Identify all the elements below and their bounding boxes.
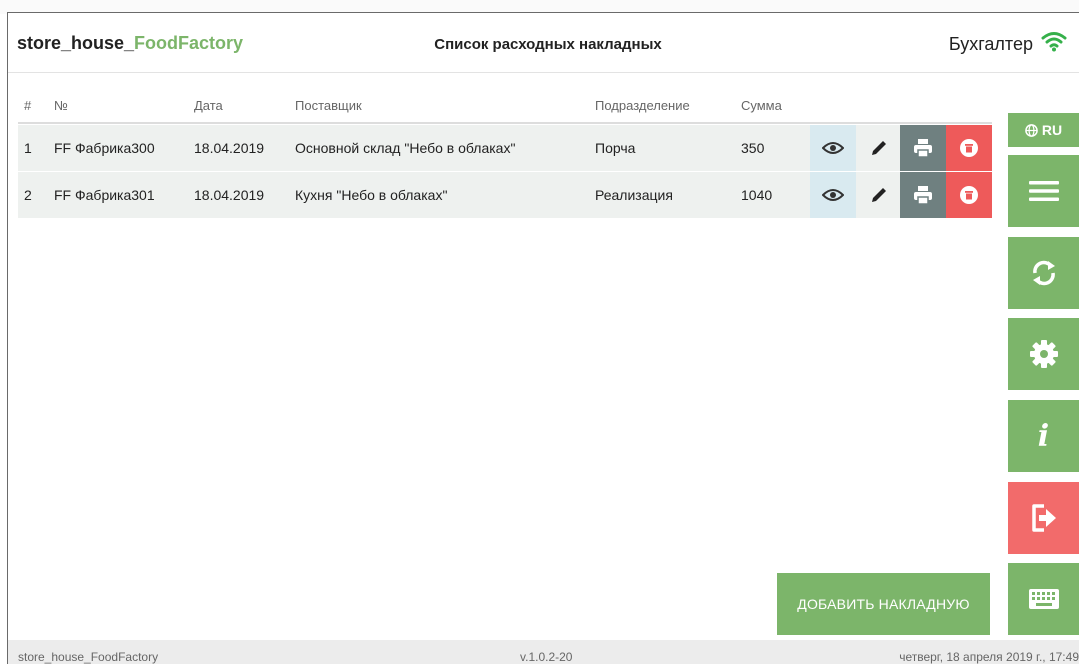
info-button[interactable]: i — [1008, 400, 1079, 472]
table-row[interactable]: 2 FF Фабрика301 18.04.2019 Кухня "Небо в… — [18, 172, 992, 218]
keyboard-button[interactable] — [1008, 563, 1079, 635]
hamburger-menu-icon — [1028, 181, 1059, 201]
menu-button[interactable] — [1008, 155, 1079, 227]
wifi-icon — [1041, 32, 1067, 52]
col-index: # — [24, 98, 32, 113]
row-number: FF Фабрика300 — [54, 140, 155, 156]
page-title: Список расходных накладных — [434, 36, 662, 53]
app-brand: store_house_FoodFactory — [17, 33, 243, 54]
trash-icon — [960, 186, 978, 204]
col-division: Подразделение — [595, 98, 690, 113]
gear-icon — [1029, 340, 1058, 368]
language-button[interactable]: RU — [1008, 113, 1079, 147]
print-button[interactable] — [900, 125, 946, 171]
globe-icon — [1025, 123, 1038, 137]
row-sum: 1040 — [741, 187, 773, 203]
footer-datetime: четверг, 18 апреля 2019 г., 17:49 — [899, 650, 1079, 664]
row-index: 1 — [24, 140, 32, 156]
logout-button[interactable] — [1008, 482, 1079, 554]
printer-icon — [914, 186, 932, 205]
trash-icon — [960, 139, 978, 157]
row-number: FF Фабрика301 — [54, 187, 155, 203]
row-date: 18.04.2019 — [194, 187, 265, 203]
print-button[interactable] — [900, 172, 946, 218]
row-division: Реализация — [595, 187, 673, 203]
brand-prefix: store_house_ — [17, 33, 135, 53]
add-invoice-button[interactable]: ДОБАВИТЬ НАКЛАДНУЮ — [777, 573, 990, 635]
edit-button[interactable] — [856, 125, 902, 171]
col-supplier: Поставщик — [295, 98, 362, 113]
pencil-icon — [872, 141, 886, 155]
table-header: # № Дата Поставщик Подразделение Сумма — [18, 90, 992, 124]
status-bar: store_house_FoodFactory v.1.0.2-20 четве… — [8, 640, 1079, 664]
printer-icon — [914, 139, 932, 158]
brand-accent: FoodFactory — [134, 33, 244, 53]
row-sum: 350 — [741, 140, 765, 156]
user-role: Бухгалтер — [948, 34, 1033, 54]
logout-icon — [1031, 504, 1056, 532]
row-supplier: Кухня "Небо в облаках" — [295, 187, 448, 203]
sync-icon — [1032, 260, 1055, 286]
edit-button[interactable] — [856, 172, 902, 218]
col-sum: Сумма — [741, 98, 782, 113]
row-division: Порча — [595, 140, 636, 156]
settings-button[interactable] — [1008, 318, 1079, 390]
sync-button[interactable] — [1008, 237, 1079, 309]
header: store_house_FoodFactory Список расходных… — [8, 13, 1079, 73]
row-index: 2 — [24, 187, 32, 203]
pencil-icon — [872, 188, 886, 202]
eye-icon — [822, 189, 844, 201]
footer-app-name: store_house_FoodFactory — [18, 650, 159, 664]
invoices-table: # № Дата Поставщик Подразделение Сумма 1… — [18, 90, 992, 218]
delete-button[interactable] — [946, 125, 992, 171]
view-button[interactable] — [810, 125, 856, 171]
language-label: RU — [1041, 122, 1063, 138]
keyboard-icon — [1028, 589, 1059, 609]
view-button[interactable] — [810, 172, 856, 218]
row-supplier: Основной склад "Небо в облаках" — [295, 140, 516, 156]
col-date: Дата — [194, 98, 223, 113]
footer-version: v.1.0.2-20 — [520, 650, 573, 664]
row-date: 18.04.2019 — [194, 140, 265, 156]
eye-icon — [822, 142, 844, 154]
col-number: № — [54, 98, 68, 113]
app-window: store_house_FoodFactory Список расходных… — [0, 0, 1079, 664]
info-icon: i — [1037, 418, 1050, 454]
delete-button[interactable] — [946, 172, 992, 218]
table-row[interactable]: 1 FF Фабрика300 18.04.2019 Основной скла… — [18, 125, 992, 171]
